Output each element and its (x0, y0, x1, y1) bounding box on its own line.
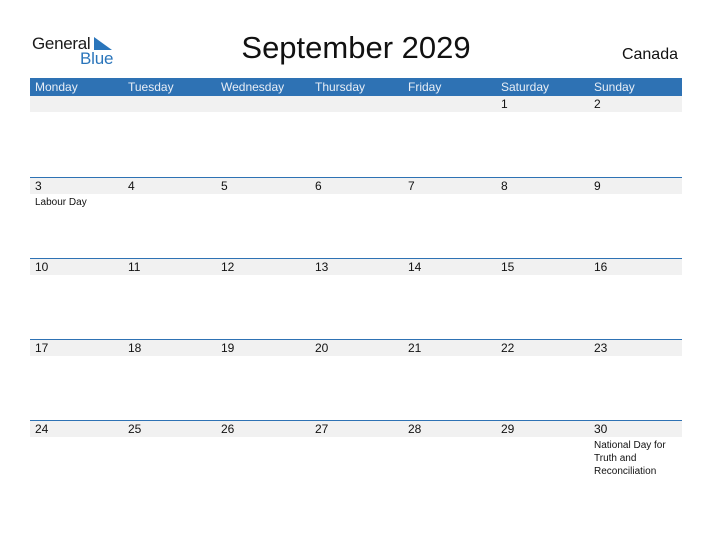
weekday-saturday: Saturday (501, 80, 550, 94)
weekday-thursday: Thursday (315, 80, 366, 94)
day-number: 6 (315, 179, 322, 193)
day-number-row: 24 25 26 27 28 29 30 (30, 421, 682, 437)
weekday-friday: Friday (408, 80, 442, 94)
holiday-label (30, 275, 123, 277)
day-number: 4 (128, 179, 135, 193)
day-number: 12 (221, 260, 235, 274)
day-number: 11 (128, 260, 141, 274)
day-number: 30 (594, 422, 608, 436)
day-number: 21 (408, 341, 422, 355)
holiday-label (310, 112, 403, 114)
day-number: 2 (594, 97, 601, 111)
holiday-label (30, 112, 123, 114)
week-row: 24 25 26 27 28 29 30 National Day for Truth and… (30, 420, 682, 478)
event-row (30, 356, 682, 358)
day-number: 10 (35, 260, 49, 274)
holiday-label (216, 194, 310, 209)
holiday-label: Labour Day (35, 197, 87, 208)
event-row: Labour Day (30, 194, 682, 209)
holiday-label (310, 437, 403, 478)
weekday-header: Monday Tuesday Wednesday Thursday Friday… (30, 78, 682, 96)
holiday-label (496, 437, 589, 478)
holiday-label (310, 356, 403, 358)
holiday-label (496, 194, 589, 209)
holiday-label (123, 356, 216, 358)
day-number-row: 3 4 5 6 7 8 9 (30, 178, 682, 194)
week-row: 3 4 5 6 7 8 9 Labour Day (30, 177, 682, 209)
holiday-label (496, 356, 589, 358)
event-row (30, 112, 682, 114)
day-number: 5 (221, 179, 228, 193)
day-number: 14 (408, 260, 422, 274)
holiday-label (496, 112, 589, 114)
holiday-label (123, 437, 216, 478)
day-number: 13 (315, 260, 329, 274)
holiday-label (403, 356, 496, 358)
day-number: 27 (315, 422, 329, 436)
weekday-sunday: Sunday (594, 80, 635, 94)
holiday-label (123, 275, 216, 277)
holiday-label (589, 275, 682, 277)
day-number (403, 96, 496, 112)
holiday-label (123, 112, 216, 114)
day-number: 15 (501, 260, 515, 274)
day-number-row: 10 11 12 13 14 15 16 (30, 259, 682, 275)
day-number-row: 12 (30, 96, 682, 112)
holiday-label (123, 194, 216, 209)
day-number (216, 96, 310, 112)
holiday-label (589, 194, 682, 209)
day-number: 25 (128, 422, 142, 436)
day-number: 1 (501, 97, 508, 111)
week-row: 17 18 19 20 21 22 23 (30, 339, 682, 358)
weekday-monday: Monday (35, 80, 78, 94)
event-row (30, 275, 682, 277)
day-number (310, 96, 403, 112)
day-number (123, 96, 216, 112)
week-row: 12 (30, 96, 682, 114)
day-number: 9 (594, 179, 601, 193)
weekday-wednesday: Wednesday (221, 80, 285, 94)
day-number: 20 (315, 341, 329, 355)
day-number: 28 (408, 422, 422, 436)
day-number: 8 (501, 179, 508, 193)
holiday-label (403, 194, 496, 209)
holiday-label (403, 437, 496, 478)
holiday-label (30, 356, 123, 358)
holiday-label (216, 356, 310, 358)
page-title: September 2029 (241, 30, 471, 65)
holiday-label (589, 112, 682, 114)
holiday-label: National Day for Truth and Reconciliatio… (594, 440, 666, 477)
day-number-row: 17 18 19 20 21 22 23 (30, 340, 682, 356)
day-number: 26 (221, 422, 235, 436)
holiday-label (216, 112, 310, 114)
day-number: 23 (594, 341, 608, 355)
holiday-label (403, 112, 496, 114)
day-number: 29 (501, 422, 515, 436)
weekday-tuesday: Tuesday (128, 80, 174, 94)
day-number: 16 (594, 260, 608, 274)
country-label: Canada (621, 46, 678, 63)
holiday-label (310, 275, 403, 277)
day-number: 22 (501, 341, 515, 355)
holiday-label (216, 437, 310, 478)
event-row: National Day for Truth and Reconciliatio… (30, 437, 682, 478)
day-number: 19 (221, 341, 235, 355)
holiday-label (589, 356, 682, 358)
day-number: 17 (35, 341, 49, 355)
week-row: 10 11 12 13 14 15 16 (30, 258, 682, 277)
day-number: 3 (35, 179, 42, 193)
day-number (30, 96, 123, 112)
day-number: 24 (35, 422, 49, 436)
holiday-label (216, 275, 310, 277)
holiday-label (496, 275, 589, 277)
holiday-label (30, 437, 123, 478)
holiday-label (310, 194, 403, 209)
day-number: 18 (128, 341, 142, 355)
day-number: 7 (408, 179, 415, 193)
holiday-label (403, 275, 496, 277)
